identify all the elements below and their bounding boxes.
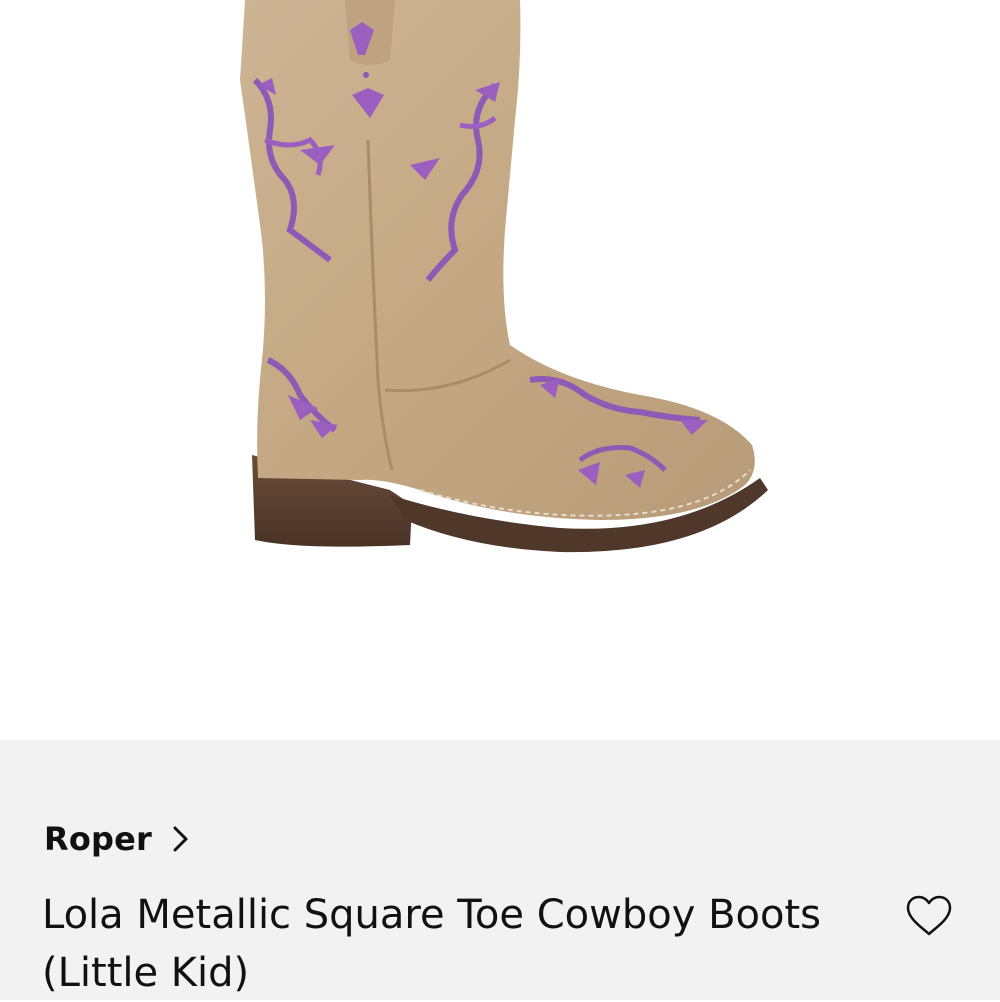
brand-name: Roper [44,820,153,858]
product-image-area[interactable] [0,0,1000,740]
heart-outline-icon [906,895,952,936]
brand-link[interactable]: Roper [44,820,192,858]
favorite-button[interactable] [904,894,954,938]
chevron-right-icon [170,824,192,854]
product-title: Lola Metallic Square Toe Cowboy Boots (L… [42,892,822,996]
cowboy-boot-image [240,0,768,553]
